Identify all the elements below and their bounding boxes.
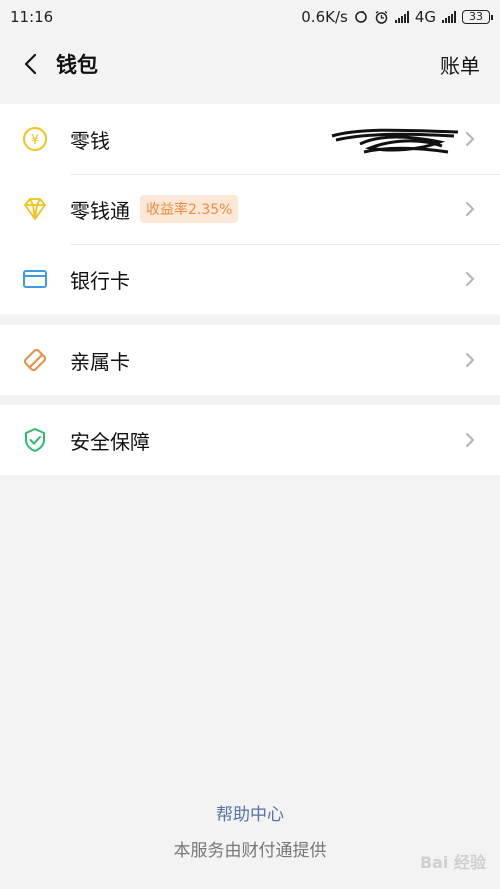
list-item-label: 银行卡 (70, 268, 130, 293)
chevron-right-icon (466, 272, 475, 286)
list-item-label: 零钱通 (70, 198, 130, 223)
status-bar: 11:16 0.6K/s 4G 33 (0, 0, 500, 34)
list-item-family-card[interactable]: 亲属卡 (0, 325, 500, 395)
wallet-group-security: 安全保障 (0, 405, 500, 475)
battery-icon: 33 (462, 10, 493, 24)
wallet-group-family: 亲属卡 (0, 325, 500, 395)
back-arrow-icon[interactable] (20, 53, 42, 75)
shield-check-icon (22, 427, 48, 453)
family-card-icon (22, 347, 48, 373)
network-speed: 0.6K/s (301, 8, 348, 26)
list-item-change-pass[interactable]: 零钱通 收益率2.35% (0, 174, 500, 244)
status-indicators: 0.6K/s 4G 33 (301, 8, 493, 26)
yield-rate-badge: 收益率2.35% (140, 195, 239, 223)
chevron-right-icon (466, 132, 475, 146)
watermark: Bai 经验 (419, 853, 486, 872)
nav-bar: 钱包 账单 (0, 34, 500, 94)
page-title: 钱包 (56, 53, 98, 77)
wallet-group-main: ¥ 零钱 零钱通 收益率2.35% 银行卡 (0, 104, 500, 314)
list-item-label: 零钱 (70, 128, 110, 153)
redacted-balance (331, 128, 459, 154)
diamond-icon (22, 196, 48, 222)
list-item-security[interactable]: 安全保障 (0, 405, 500, 475)
alarm-icon (375, 10, 388, 24)
list-item-label: 亲属卡 (70, 349, 130, 374)
signal-icon (394, 11, 409, 23)
bill-button[interactable]: 账单 (440, 50, 480, 79)
yuan-coin-icon: ¥ (22, 126, 48, 152)
status-time: 11:16 (10, 8, 54, 26)
signal-icon-2 (442, 11, 456, 23)
bank-card-icon (22, 266, 48, 292)
chevron-right-icon (466, 433, 475, 447)
sync-icon (355, 11, 367, 23)
chevron-right-icon (466, 353, 475, 367)
chevron-right-icon (466, 202, 475, 216)
svg-text:¥: ¥ (31, 133, 39, 148)
help-center-link[interactable]: 帮助中心 (0, 800, 500, 825)
list-item-change[interactable]: ¥ 零钱 (0, 104, 500, 174)
list-item-bank-card[interactable]: 银行卡 (0, 244, 500, 314)
list-item-label: 安全保障 (70, 429, 150, 454)
network-type: 4G (414, 8, 436, 26)
